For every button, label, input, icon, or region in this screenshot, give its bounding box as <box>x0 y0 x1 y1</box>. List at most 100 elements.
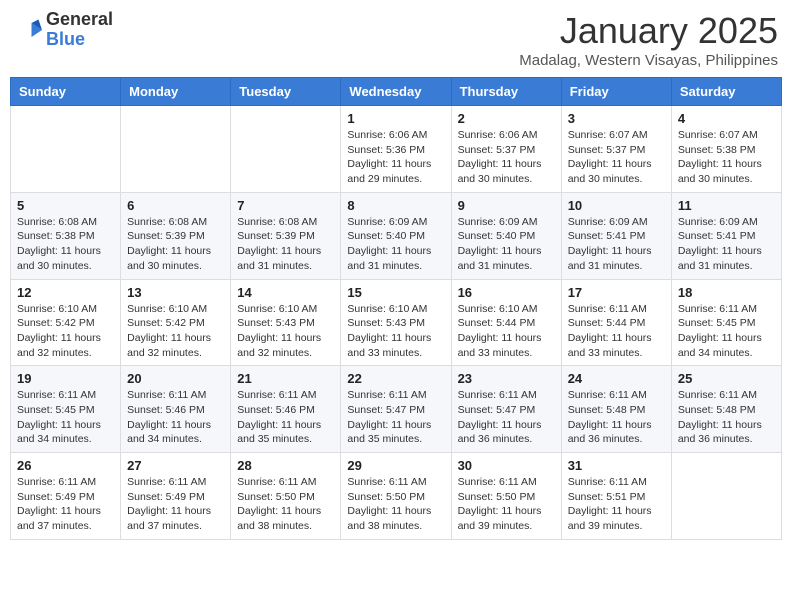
day-info: Sunrise: 6:09 AM Sunset: 5:41 PM Dayligh… <box>678 215 775 274</box>
day-number: 30 <box>458 458 555 473</box>
calendar-cell: 7 Sunrise: 6:08 AM Sunset: 5:39 PM Daylig… <box>231 192 341 279</box>
day-number: 7 <box>237 198 334 213</box>
page-header: General Blue January 2025 Madalag, Weste… <box>10 10 782 69</box>
calendar-cell: 28 Sunrise: 6:11 AM Sunset: 5:50 PM Dayli… <box>231 453 341 540</box>
calendar-cell <box>11 106 121 193</box>
calendar-cell: 13 Sunrise: 6:10 AM Sunset: 5:42 PM Dayli… <box>121 279 231 366</box>
month-title: January 2025 <box>519 10 778 52</box>
calendar-cell: 19 Sunrise: 6:11 AM Sunset: 5:45 PM Dayli… <box>11 366 121 453</box>
day-number: 19 <box>17 371 114 386</box>
calendar-week-2: 5Sunrise: 6:08 AM Sunset: 5:38 PM Daylig… <box>11 192 782 279</box>
calendar-cell: 23 Sunrise: 6:11 AM Sunset: 5:47 PM Dayli… <box>451 366 561 453</box>
day-number: 18 <box>678 285 775 300</box>
calendar-cell: 24Sunrise: 6:11 AM Sunset: 5:48 PM Dayli… <box>561 366 671 453</box>
day-number: 24 <box>568 371 665 386</box>
day-number: 16 <box>458 285 555 300</box>
day-number: 8 <box>347 198 444 213</box>
day-info: Sunrise: 6:11 AM Sunset: 5:45 PM Dayligh… <box>678 302 775 361</box>
day-number: 2 <box>458 111 555 126</box>
calendar-cell: 21Sunrise: 6:11 AM Sunset: 5:46 PM Dayli… <box>231 366 341 453</box>
calendar-cell: 2Sunrise: 6:06 AM Sunset: 5:37 PM Daylig… <box>451 106 561 193</box>
day-info: Sunrise: 6:11 AM Sunset: 5:44 PM Dayligh… <box>568 302 665 361</box>
calendar-cell: 6Sunrise: 6:08 AM Sunset: 5:39 PM Daylig… <box>121 192 231 279</box>
day-number: 14 <box>237 285 334 300</box>
day-info: Sunrise: 6:10 AM Sunset: 5:42 PM Dayligh… <box>17 302 114 361</box>
day-number: 12 <box>17 285 114 300</box>
day-number: 6 <box>127 198 224 213</box>
day-info: Sunrise: 6:11 AM Sunset: 5:45 PM Dayligh… <box>17 388 114 447</box>
day-info: Sunrise: 6:10 AM Sunset: 5:43 PM Dayligh… <box>347 302 444 361</box>
day-number: 26 <box>17 458 114 473</box>
day-number: 13 <box>127 285 224 300</box>
calendar-cell: 11 Sunrise: 6:09 AM Sunset: 5:41 PM Dayli… <box>671 192 781 279</box>
logo-icon <box>14 16 42 44</box>
calendar-cell: 27 Sunrise: 6:11 AM Sunset: 5:49 PM Dayli… <box>121 453 231 540</box>
title-block: January 2025 Madalag, Western Visayas, P… <box>519 10 778 69</box>
day-number: 11 <box>678 198 775 213</box>
calendar-table: Sunday Monday Tuesday Wednesday Thursday… <box>10 77 782 540</box>
calendar-cell: 8 Sunrise: 6:09 AM Sunset: 5:40 PM Daylig… <box>341 192 451 279</box>
day-info: Sunrise: 6:09 AM Sunset: 5:40 PM Dayligh… <box>347 215 444 274</box>
calendar-cell: 29 Sunrise: 6:11 AM Sunset: 5:50 PM Dayli… <box>341 453 451 540</box>
day-info: Sunrise: 6:08 AM Sunset: 5:38 PM Dayligh… <box>17 215 114 274</box>
day-info: Sunrise: 6:11 AM Sunset: 5:50 PM Dayligh… <box>347 475 444 534</box>
day-info: Sunrise: 6:11 AM Sunset: 5:50 PM Dayligh… <box>237 475 334 534</box>
day-number: 9 <box>458 198 555 213</box>
calendar-cell: 1Sunrise: 6:06 AM Sunset: 5:36 PM Daylig… <box>341 106 451 193</box>
day-info: Sunrise: 6:08 AM Sunset: 5:39 PM Dayligh… <box>237 215 334 274</box>
day-number: 20 <box>127 371 224 386</box>
day-number: 1 <box>347 111 444 126</box>
day-info: Sunrise: 6:11 AM Sunset: 5:46 PM Dayligh… <box>237 388 334 447</box>
day-info: Sunrise: 6:10 AM Sunset: 5:43 PM Dayligh… <box>237 302 334 361</box>
calendar-cell: 18 Sunrise: 6:11 AM Sunset: 5:45 PM Dayli… <box>671 279 781 366</box>
col-thursday: Thursday <box>451 78 561 106</box>
calendar-cell: 4Sunrise: 6:07 AM Sunset: 5:38 PM Daylig… <box>671 106 781 193</box>
day-number: 23 <box>458 371 555 386</box>
day-info: Sunrise: 6:11 AM Sunset: 5:47 PM Dayligh… <box>347 388 444 447</box>
logo-general: General <box>46 10 113 30</box>
col-sunday: Sunday <box>11 78 121 106</box>
location-title: Madalag, Western Visayas, Philippines <box>519 52 778 69</box>
calendar-cell <box>671 453 781 540</box>
calendar-week-3: 12 Sunrise: 6:10 AM Sunset: 5:42 PM Dayli… <box>11 279 782 366</box>
logo-blue: Blue <box>46 30 113 50</box>
day-info: Sunrise: 6:10 AM Sunset: 5:44 PM Dayligh… <box>458 302 555 361</box>
day-info: Sunrise: 6:10 AM Sunset: 5:42 PM Dayligh… <box>127 302 224 361</box>
day-number: 27 <box>127 458 224 473</box>
day-number: 29 <box>347 458 444 473</box>
day-info: Sunrise: 6:07 AM Sunset: 5:38 PM Dayligh… <box>678 128 775 187</box>
calendar-cell: 12 Sunrise: 6:10 AM Sunset: 5:42 PM Dayli… <box>11 279 121 366</box>
calendar-cell: 16 Sunrise: 6:10 AM Sunset: 5:44 PM Dayli… <box>451 279 561 366</box>
calendar-cell: 30Sunrise: 6:11 AM Sunset: 5:50 PM Dayli… <box>451 453 561 540</box>
day-number: 28 <box>237 458 334 473</box>
day-info: Sunrise: 6:11 AM Sunset: 5:48 PM Dayligh… <box>678 388 775 447</box>
day-info: Sunrise: 6:07 AM Sunset: 5:37 PM Dayligh… <box>568 128 665 187</box>
calendar-cell: 3Sunrise: 6:07 AM Sunset: 5:37 PM Daylig… <box>561 106 671 193</box>
calendar-week-4: 19 Sunrise: 6:11 AM Sunset: 5:45 PM Dayli… <box>11 366 782 453</box>
calendar-cell: 26Sunrise: 6:11 AM Sunset: 5:49 PM Dayli… <box>11 453 121 540</box>
logo-text: General Blue <box>46 10 113 50</box>
calendar-week-5: 26 Sunrise: 6:11 AM Sunset: 5:49 PM Dayli… <box>11 453 782 540</box>
day-info: Sunrise: 6:09 AM Sunset: 5:41 PM Dayligh… <box>568 215 665 274</box>
calendar-cell: 25 Sunrise: 6:11 AM Sunset: 5:48 PM Dayli… <box>671 366 781 453</box>
day-info: Sunrise: 6:11 AM Sunset: 5:47 PM Dayligh… <box>458 388 555 447</box>
calendar-cell: 5Sunrise: 6:08 AM Sunset: 5:38 PM Daylig… <box>11 192 121 279</box>
col-monday: Monday <box>121 78 231 106</box>
calendar-cell: 20 Sunrise: 6:11 AM Sunset: 5:46 PM Dayli… <box>121 366 231 453</box>
calendar-cell: 9 Sunrise: 6:09 AM Sunset: 5:40 PM Daylig… <box>451 192 561 279</box>
col-wednesday: Wednesday <box>341 78 451 106</box>
calendar-week-1: 1Sunrise: 6:06 AM Sunset: 5:36 PM Daylig… <box>11 106 782 193</box>
calendar-cell <box>231 106 341 193</box>
col-friday: Friday <box>561 78 671 106</box>
day-number: 10 <box>568 198 665 213</box>
col-tuesday: Tuesday <box>231 78 341 106</box>
day-info: Sunrise: 6:11 AM Sunset: 5:49 PM Dayligh… <box>127 475 224 534</box>
calendar-cell: 22Sunrise: 6:11 AM Sunset: 5:47 PM Dayli… <box>341 366 451 453</box>
day-info: Sunrise: 6:11 AM Sunset: 5:46 PM Dayligh… <box>127 388 224 447</box>
calendar-cell: 31Sunrise: 6:11 AM Sunset: 5:51 PM Dayli… <box>561 453 671 540</box>
day-number: 31 <box>568 458 665 473</box>
day-info: Sunrise: 6:09 AM Sunset: 5:40 PM Dayligh… <box>458 215 555 274</box>
calendar-cell: 14 Sunrise: 6:10 AM Sunset: 5:43 PM Dayli… <box>231 279 341 366</box>
day-number: 15 <box>347 285 444 300</box>
day-number: 25 <box>678 371 775 386</box>
